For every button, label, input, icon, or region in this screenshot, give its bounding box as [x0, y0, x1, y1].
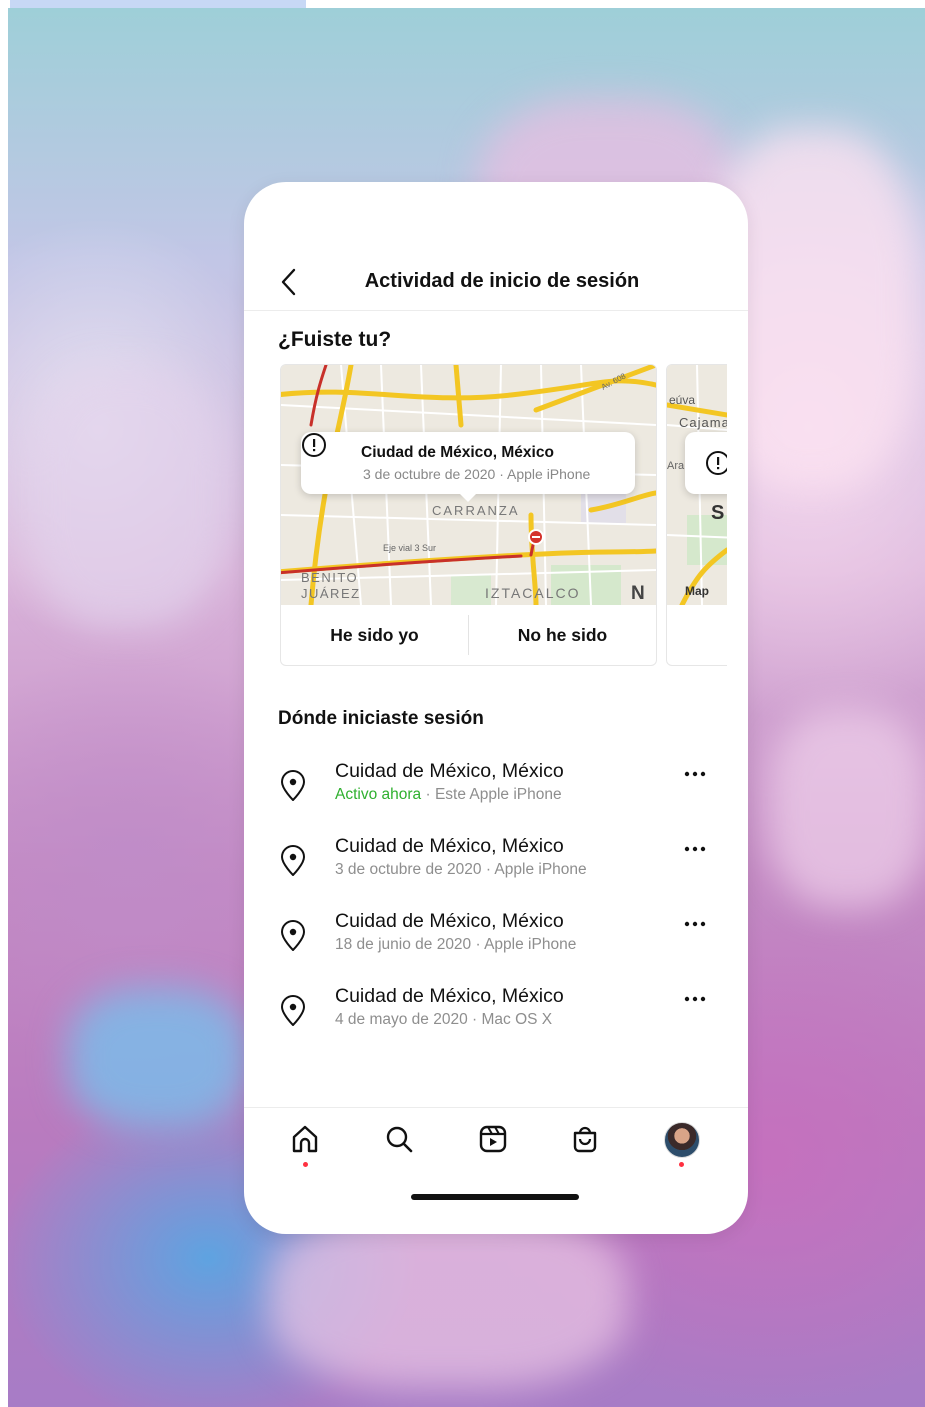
- session-location: Cuidad de México, México: [335, 835, 564, 857]
- next-map-label-5: Map: [685, 584, 709, 598]
- prompt-title: ¿Fuiste tu?: [278, 328, 392, 351]
- session-location: Cuidad de México, México: [335, 985, 564, 1007]
- next-map-label-2: Cajama: [679, 415, 730, 430]
- session-location: Cuidad de México, México: [335, 910, 564, 932]
- session-location: Cuidad de México, México: [335, 760, 564, 782]
- map-label-eje: Eje vial 3 Sur: [383, 543, 436, 553]
- more-options-icon[interactable]: [684, 770, 706, 778]
- more-options-icon[interactable]: [684, 845, 706, 853]
- session-meta: 3 de octubre de 2020 · Apple iPhone: [335, 861, 587, 878]
- map-label-carranza: CARRANZA: [432, 503, 520, 518]
- session-row[interactable]: Cuidad de México, México 3 de octubre de…: [244, 831, 748, 893]
- map-label-juarez: JUÁREZ: [301, 586, 361, 601]
- home-indicator[interactable]: [411, 1194, 579, 1200]
- card-actions: He sido yo No he sido: [281, 605, 656, 665]
- location-pin-icon: [281, 770, 305, 801]
- shop-icon[interactable]: [568, 1122, 602, 1156]
- location-pin-icon: [281, 995, 305, 1026]
- bottom-tab-bar: [244, 1107, 748, 1234]
- home-notification-dot: [303, 1162, 308, 1167]
- not-me-button[interactable]: No he sido: [469, 625, 656, 646]
- more-options-icon[interactable]: [684, 920, 706, 928]
- page-title: Actividad de inicio de sesión: [364, 270, 640, 292]
- session-device: · Este Apple iPhone: [421, 786, 562, 803]
- location-pin-icon: [281, 845, 305, 876]
- map-label-iztacalco: IZTACALCO: [485, 585, 581, 601]
- session-row[interactable]: Cuidad de México, México 4 de mayo de 20…: [244, 981, 748, 1043]
- map-label-benito: BENITO: [301, 570, 358, 585]
- session-meta: 4 de mayo de 2020 · Mac OS X: [335, 1011, 553, 1028]
- session-meta: 18 de junio de 2020 · Apple iPhone: [335, 936, 577, 953]
- location-pin-icon: [281, 920, 305, 951]
- location-map[interactable]: CARRANZA Eje vial 3 Sur BENITO JUÁREZ IZ…: [281, 365, 656, 605]
- nav-header: Actividad de inicio de sesión: [244, 255, 748, 311]
- search-icon[interactable]: [382, 1122, 416, 1156]
- profile-notification-dot: [679, 1162, 684, 1167]
- next-map-label-1: eúva: [669, 393, 695, 407]
- popup-meta: 3 de octubre de 2020 · Apple iPhone: [363, 466, 591, 482]
- login-alert-card: CARRANZA Eje vial 3 Sur BENITO JUÁREZ IZ…: [280, 364, 657, 666]
- more-options-icon[interactable]: [684, 995, 706, 1003]
- active-now-label: Activo ahora: [335, 786, 422, 803]
- sessions-title: Dónde iniciaste sesión: [278, 708, 484, 729]
- session-row[interactable]: Cuidad de México, México 18 de junio de …: [244, 906, 748, 968]
- session-meta: Activo ahora · Este Apple iPhone: [335, 786, 562, 804]
- home-icon[interactable]: [288, 1122, 322, 1156]
- yes-it-was-me-button[interactable]: He sido yo: [281, 625, 468, 646]
- session-row[interactable]: Cuidad de México, México Activo ahora · …: [244, 756, 748, 818]
- popup-location: Ciudad de México, México: [361, 444, 554, 461]
- phone-screen: Actividad de inicio de sesión ¿Fuiste tu…: [244, 182, 748, 1234]
- next-map-label-3: Ara: [667, 460, 685, 472]
- map-label-n: N: [631, 583, 645, 604]
- right-edge-fade: [727, 364, 748, 674]
- next-map-label-4: S: [711, 502, 724, 524]
- profile-avatar[interactable]: [664, 1122, 700, 1158]
- location-popup: Ciudad de México, México 3 de octubre de…: [301, 432, 635, 502]
- reels-icon[interactable]: [476, 1122, 510, 1156]
- alert-circle-icon: [302, 433, 326, 457]
